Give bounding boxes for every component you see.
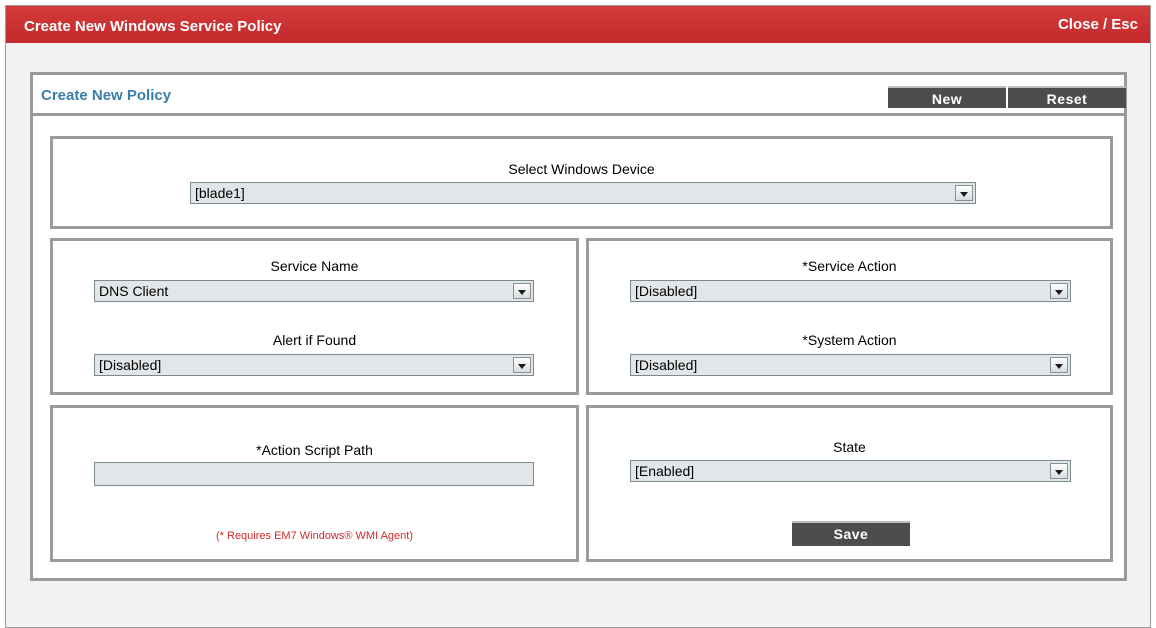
script-path-label: *Action Script Path: [256, 442, 373, 458]
panel-title: Create New Policy: [41, 87, 172, 104]
chevron-down-icon[interactable]: [955, 185, 973, 201]
service-section: Service Name DNS Client Alert if Found […: [50, 238, 579, 395]
chevron-down-icon[interactable]: [513, 283, 531, 299]
reset-button[interactable]: Reset: [1008, 86, 1126, 108]
policy-window: Create New Windows Service Policy Close …: [5, 5, 1151, 628]
state-value: [Enabled]: [635, 463, 695, 479]
script-path-input[interactable]: [94, 462, 534, 486]
device-select[interactable]: [blade1]: [190, 182, 976, 204]
actions-section: *Service Action [Disabled] *System Actio…: [586, 238, 1113, 395]
save-button[interactable]: Save: [792, 521, 910, 546]
state-label: State: [833, 439, 866, 455]
state-section: State [Enabled] Save: [586, 405, 1113, 562]
alert-label: Alert if Found: [272, 332, 357, 348]
new-button[interactable]: New: [888, 86, 1006, 108]
state-select[interactable]: [Enabled]: [630, 460, 1071, 482]
service-action-label: *Service Action: [802, 258, 897, 274]
window-title: Create New Windows Service Policy: [24, 18, 282, 35]
close-button[interactable]: Close / Esc: [1058, 16, 1138, 33]
chevron-down-icon[interactable]: [513, 357, 531, 373]
create-policy-panel: Create New Policy New Reset Select Windo…: [30, 72, 1127, 581]
chevron-down-icon[interactable]: [1050, 463, 1068, 479]
panel-header: Create New Policy New Reset: [33, 75, 1126, 116]
service-name-select[interactable]: DNS Client: [94, 280, 534, 302]
service-name-value: DNS Client: [99, 283, 169, 299]
alert-value: [Disabled]: [99, 357, 162, 373]
chevron-down-icon[interactable]: [1050, 357, 1068, 373]
service-action-value: [Disabled]: [635, 283, 698, 299]
requirement-note: (* Requires EM7 Windows® WMI Agent): [216, 530, 413, 542]
system-action-value: [Disabled]: [635, 357, 698, 373]
title-bar: Create New Windows Service Policy Close …: [6, 6, 1150, 43]
device-select-value: [blade1]: [195, 185, 245, 201]
system-action-select[interactable]: [Disabled]: [630, 354, 1071, 376]
chevron-down-icon[interactable]: [1050, 283, 1068, 299]
service-action-select[interactable]: [Disabled]: [630, 280, 1071, 302]
alert-select[interactable]: [Disabled]: [94, 354, 534, 376]
script-section: *Action Script Path (* Requires EM7 Wind…: [50, 405, 579, 562]
device-label: Select Windows Device: [508, 161, 655, 177]
service-name-label: Service Name: [270, 258, 359, 274]
system-action-label: *System Action: [802, 332, 897, 348]
device-section: Select Windows Device [blade1]: [50, 136, 1113, 229]
